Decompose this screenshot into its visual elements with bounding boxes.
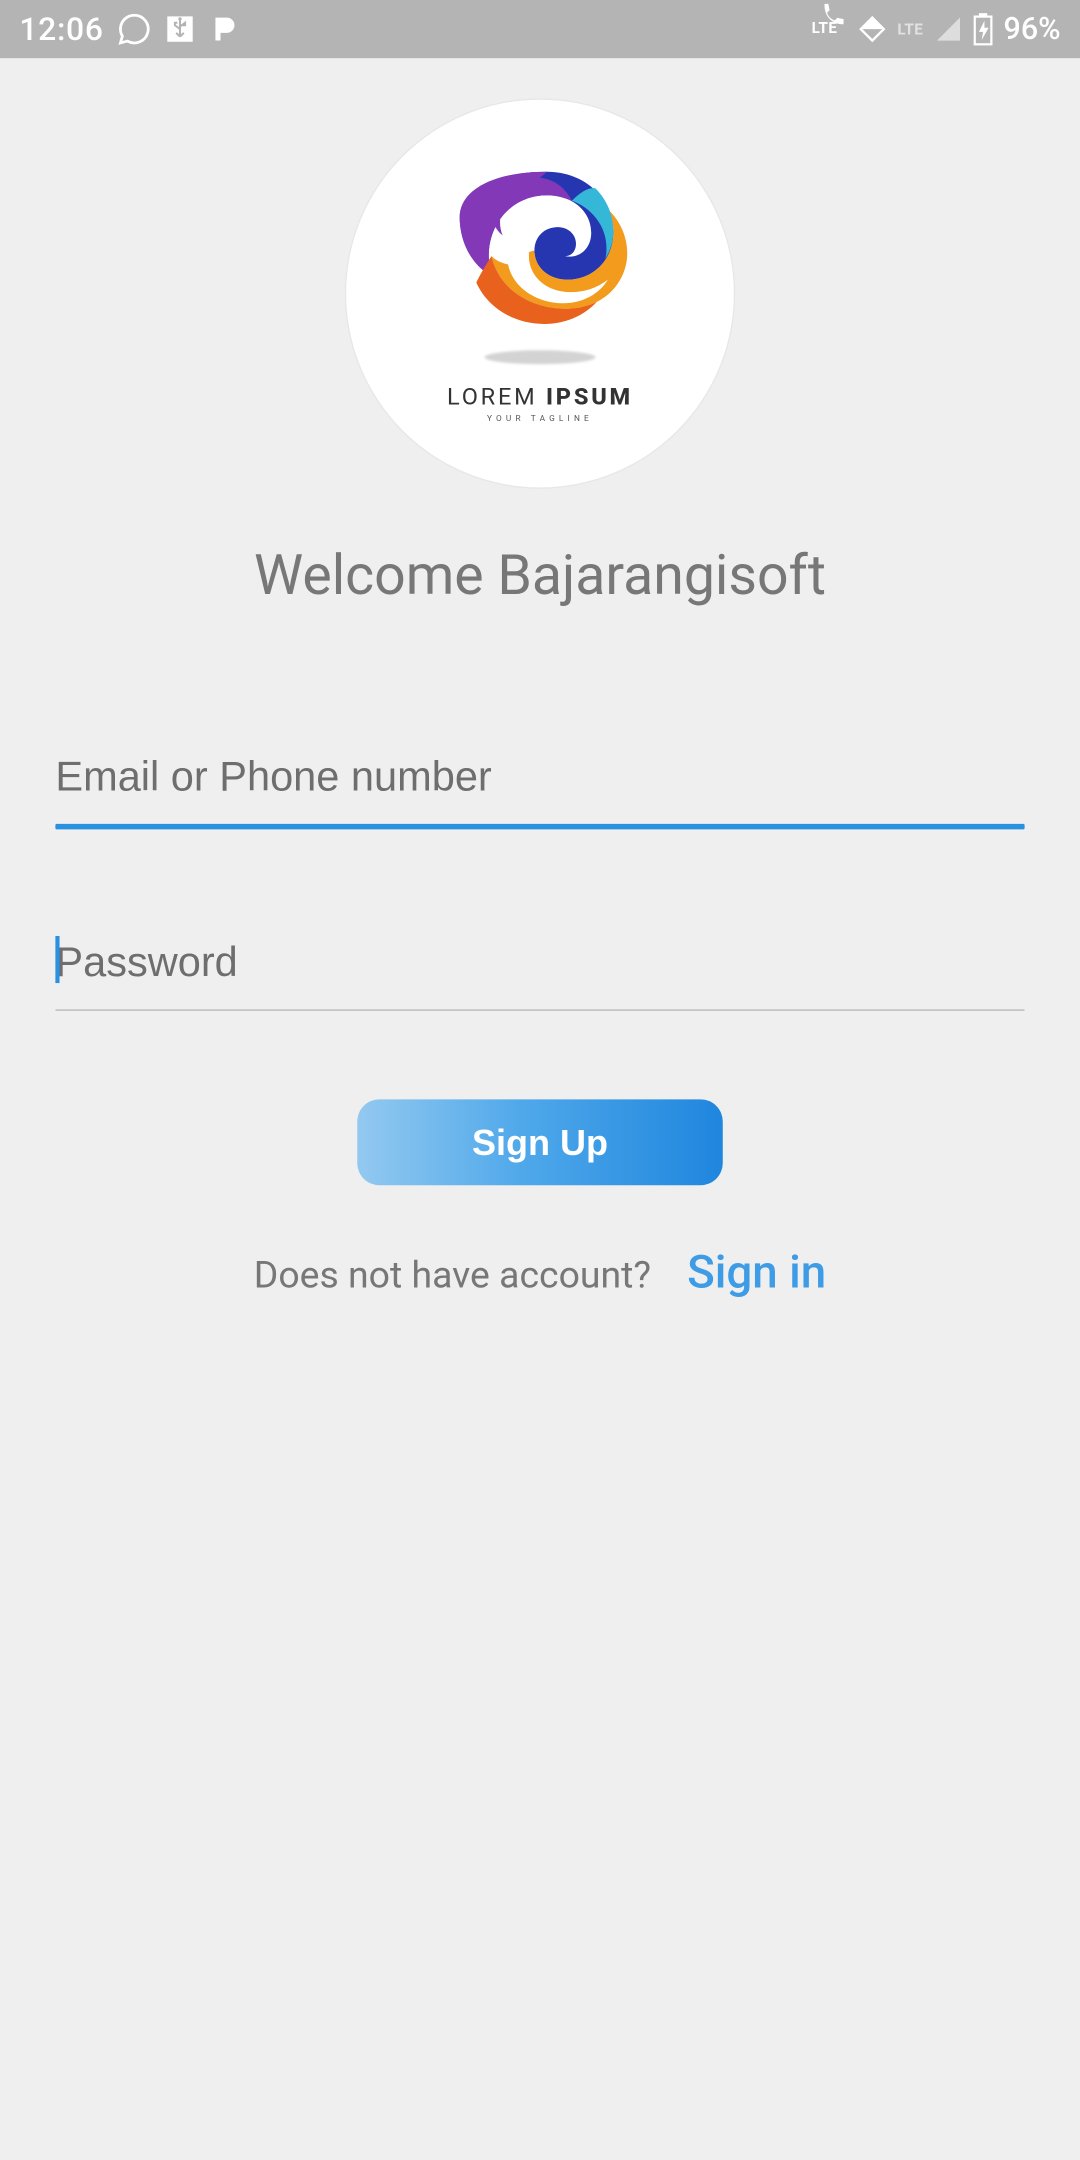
signup-button[interactable]: Sign Up: [357, 1099, 723, 1185]
whatsapp-icon: [117, 12, 150, 45]
status-bar: 12:06 LTE LTE 96%: [0, 0, 1080, 58]
signin-link[interactable]: Sign in: [687, 1246, 826, 1300]
diamond-icon: [859, 15, 887, 43]
email-underline: [55, 824, 1024, 829]
status-time: 12:06: [19, 10, 103, 47]
logo-tagline: YOUR TAGLINE: [447, 413, 633, 423]
password-field-wrap: [55, 917, 1024, 1010]
password-underline: [55, 1009, 1024, 1011]
email-field[interactable]: [55, 746, 1024, 824]
lte-label: LTE: [897, 20, 923, 38]
logo-line-b: IPSUM: [546, 383, 633, 411]
pandora-icon: [209, 14, 239, 44]
signal-icon: [934, 15, 962, 43]
screen-content: LOREM IPSUM YOUR TAGLINE Welcome Bajaran…: [0, 58, 1080, 1300]
logo-shadow: [485, 350, 596, 364]
status-left: 12:06: [19, 10, 239, 47]
footer-row: Does not have account? Sign in: [55, 1246, 1024, 1300]
logo-text: LOREM IPSUM YOUR TAGLINE: [447, 383, 633, 423]
text-cursor: [55, 936, 59, 983]
volte-call-icon: LTE: [817, 1, 847, 58]
logo-line-a: LOREM: [447, 383, 546, 411]
footer-prompt: Does not have account?: [254, 1253, 651, 1297]
app-logo: LOREM IPSUM YOUR TAGLINE: [346, 100, 734, 488]
email-field-wrap: [55, 732, 1024, 828]
battery-charging-icon: [973, 12, 992, 45]
status-right: LTE LTE 96%: [817, 1, 1060, 58]
battery-percentage: 96%: [1004, 12, 1061, 47]
password-field[interactable]: [55, 931, 1024, 1009]
usb-icon: [165, 14, 195, 44]
page-title: Welcome Bajarangisoft: [254, 543, 826, 608]
swirl-icon: [450, 164, 630, 330]
signup-form: Sign Up Does not have account? Sign in: [55, 732, 1024, 1300]
